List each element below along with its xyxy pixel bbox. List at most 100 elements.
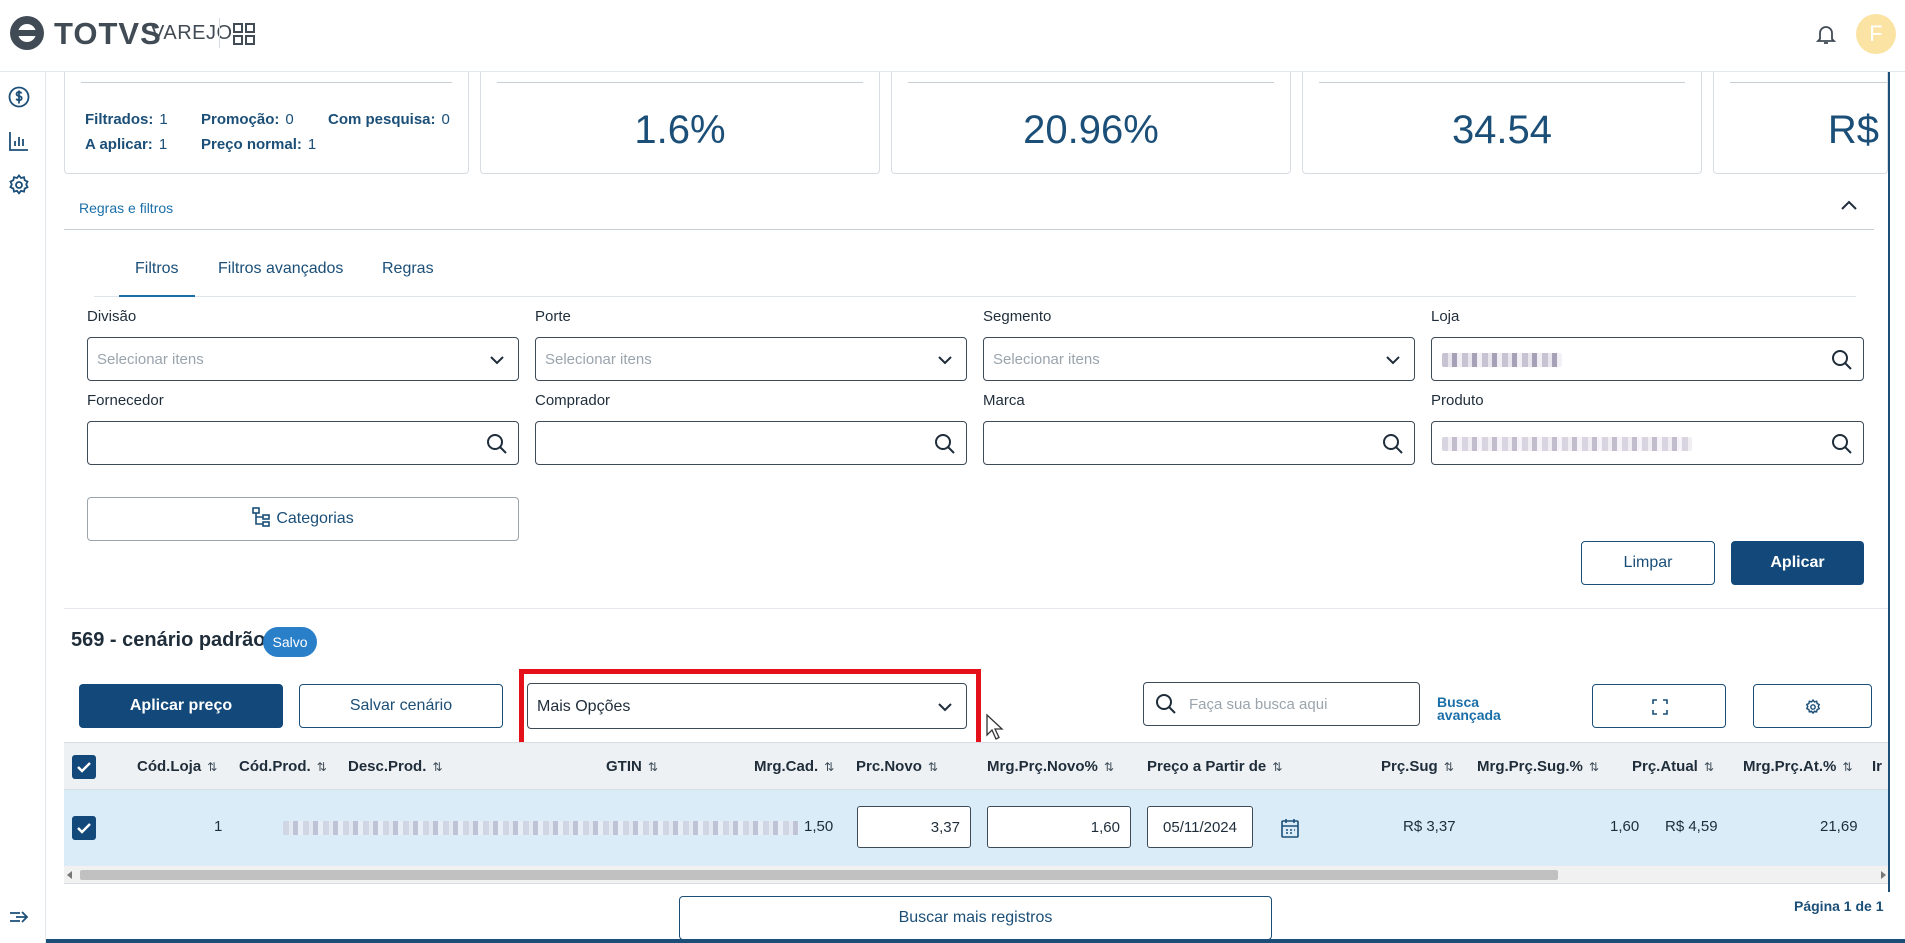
col-truncated[interactable]: Ir xyxy=(1872,758,1882,775)
check-icon xyxy=(77,823,91,834)
aplicar-preco-button[interactable]: Aplicar preço xyxy=(79,684,283,728)
marca-label: Marca xyxy=(983,392,1025,409)
loja-input[interactable] xyxy=(1431,337,1864,381)
col-desc-prod[interactable]: Desc.Prod. ⇅ xyxy=(348,758,442,775)
salvar-cenario-button[interactable]: Salvar cenário xyxy=(299,684,503,728)
col-cod-prod[interactable]: Cód.Prod. ⇅ xyxy=(239,758,327,775)
fullscreen-button[interactable] xyxy=(1592,684,1726,728)
chevron-down-icon xyxy=(938,356,952,365)
preco-normal-stat: Preço normal: 1 xyxy=(201,136,317,153)
col-mrg-prc-at[interactable]: Mrg.Prç.At.% ⇅ xyxy=(1743,758,1852,775)
mrg-prc-novo-input[interactable]: 1,60 xyxy=(987,806,1131,848)
table-settings-button[interactable] xyxy=(1753,684,1872,728)
search-icon[interactable] xyxy=(1831,349,1853,371)
chart-icon[interactable] xyxy=(8,130,30,152)
row-product-info-blurred xyxy=(283,821,799,835)
segmento-label: Segmento xyxy=(983,308,1052,325)
highlight-box xyxy=(519,669,981,748)
buscar-mais-button[interactable]: Buscar mais registros xyxy=(679,896,1272,940)
limpar-button[interactable]: Limpar xyxy=(1581,541,1715,585)
row-checkbox[interactable] xyxy=(72,816,96,840)
select-all-checkbox[interactable] xyxy=(72,755,96,779)
produto-input[interactable] xyxy=(1431,421,1864,465)
scroll-left-icon[interactable] xyxy=(67,871,73,879)
search-icon[interactable] xyxy=(1382,433,1404,455)
gear-icon xyxy=(1805,699,1821,715)
divisao-label: Divisão xyxy=(87,308,137,325)
a-aplicar-stat: A aplicar: 1 xyxy=(85,136,168,153)
col-gtin[interactable]: GTIN ⇅ xyxy=(606,758,658,775)
search-input[interactable]: Faça sua busca aqui xyxy=(1143,682,1420,726)
scrollbar-thumb[interactable] xyxy=(80,870,1558,880)
bell-icon[interactable] xyxy=(1814,22,1838,46)
preco-a-partir-input[interactable]: 05/11/2024 xyxy=(1147,806,1253,848)
col-cod-loja[interactable]: Cód.Loja ⇅ xyxy=(137,758,217,775)
produto-label: Produto xyxy=(1431,392,1484,409)
stat-card-value: 1.6% xyxy=(634,108,726,152)
scroll-right-icon[interactable] xyxy=(1880,871,1886,879)
check-icon xyxy=(77,762,91,773)
expand-menu-icon[interactable] xyxy=(8,906,30,928)
chevron-up-icon[interactable] xyxy=(1840,198,1858,212)
produto-value-blurred xyxy=(1442,437,1692,451)
com-pesquisa-stat: Com pesquisa: 0 xyxy=(328,111,450,128)
dollar-icon[interactable] xyxy=(8,86,30,108)
divisao-select[interactable]: Selecionar itens xyxy=(87,337,519,381)
search-icon[interactable] xyxy=(1831,433,1853,455)
tree-icon xyxy=(252,507,271,527)
brand-name: TOTVS xyxy=(54,16,162,51)
bottom-edge xyxy=(46,939,1905,943)
col-prc-atual[interactable]: Prç.Atual ⇅ xyxy=(1632,758,1714,775)
porte-placeholder: Selecionar itens xyxy=(545,351,652,368)
prc-novo-input[interactable]: 3,37 xyxy=(857,806,971,848)
divisao-placeholder: Selecionar itens xyxy=(97,351,204,368)
stat-card-4: R$ xyxy=(1713,72,1888,174)
apps-grid-icon[interactable] xyxy=(233,23,255,45)
categorias-label: Categorias xyxy=(276,510,354,527)
col-mrg-prc-sug[interactable]: Mrg.Prç.Sug.% ⇅ xyxy=(1477,758,1599,775)
cell-mrg-prc-sug: 1,60 xyxy=(1610,818,1640,835)
section-divider xyxy=(64,608,1890,609)
gear-icon[interactable] xyxy=(8,174,30,196)
horizontal-scrollbar[interactable] xyxy=(64,866,1889,884)
segmento-placeholder: Selecionar itens xyxy=(993,351,1100,368)
marca-input[interactable] xyxy=(983,421,1415,465)
tab-filtros[interactable]: Filtros xyxy=(119,260,194,297)
search-icon[interactable] xyxy=(934,433,956,455)
stat-card-value: 20.96% xyxy=(1023,108,1159,152)
stat-card-value: 34.54 xyxy=(1451,108,1553,152)
col-preco-a-partir[interactable]: Preço a Partir de ⇅ xyxy=(1147,758,1282,775)
chevron-down-icon xyxy=(490,356,504,365)
busca-avancada-link[interactable]: Busca avançada xyxy=(1437,695,1517,722)
search-icon[interactable] xyxy=(486,433,508,455)
table-header: Cód.Loja ⇅ Cód.Prod. ⇅ Desc.Prod. ⇅ GTIN ⇅ M… xyxy=(64,742,1889,790)
aplicar-button[interactable]: Aplicar xyxy=(1731,541,1864,585)
top-divider xyxy=(219,18,220,48)
table-row[interactable]: 1 1,50 3,37 1,60 05/11/2024 R$ 3,37 1,60… xyxy=(64,790,1889,866)
fornecedor-label: Fornecedor xyxy=(87,392,164,409)
tab-filtros-avancados[interactable]: Filtros avançados xyxy=(218,260,343,278)
cell-prc-sug: R$ 3,37 xyxy=(1403,818,1456,835)
brand-product: VAREJO xyxy=(151,22,233,44)
scenario-title: 569 - cenário padrão xyxy=(71,629,266,651)
col-mrg-prc-novo[interactable]: Mrg.Prç.Novo% ⇅ xyxy=(987,758,1114,775)
loja-value-blurred xyxy=(1442,353,1562,367)
col-prc-sug[interactable]: Prç.Sug ⇅ xyxy=(1381,758,1454,775)
user-avatar[interactable]: F xyxy=(1856,14,1896,54)
tab-regras[interactable]: Regras xyxy=(382,260,434,278)
porte-select[interactable]: Selecionar itens xyxy=(535,337,967,381)
col-mrg-cad[interactable]: Mrg.Cad. ⇅ xyxy=(754,758,834,775)
comprador-input[interactable] xyxy=(535,421,967,465)
rules-filters-header[interactable]: Regras e filtros xyxy=(64,178,1874,230)
col-prc-novo[interactable]: Prc.Novo ⇅ xyxy=(856,758,938,775)
stat-card-1: 1.6% xyxy=(480,72,880,174)
status-badge: Salvo xyxy=(263,627,317,657)
fornecedor-input[interactable] xyxy=(87,421,519,465)
calendar-icon[interactable] xyxy=(1281,818,1299,838)
cell-mrg-cad: 1,50 xyxy=(804,818,834,835)
segmento-select[interactable]: Selecionar itens xyxy=(983,337,1415,381)
categorias-button[interactable]: Categorias xyxy=(87,497,519,541)
rules-filters-title: Regras e filtros xyxy=(79,200,174,216)
totvs-logo-icon[interactable] xyxy=(8,14,46,52)
cell-mrg-prc-at: 21,69 xyxy=(1820,818,1858,835)
